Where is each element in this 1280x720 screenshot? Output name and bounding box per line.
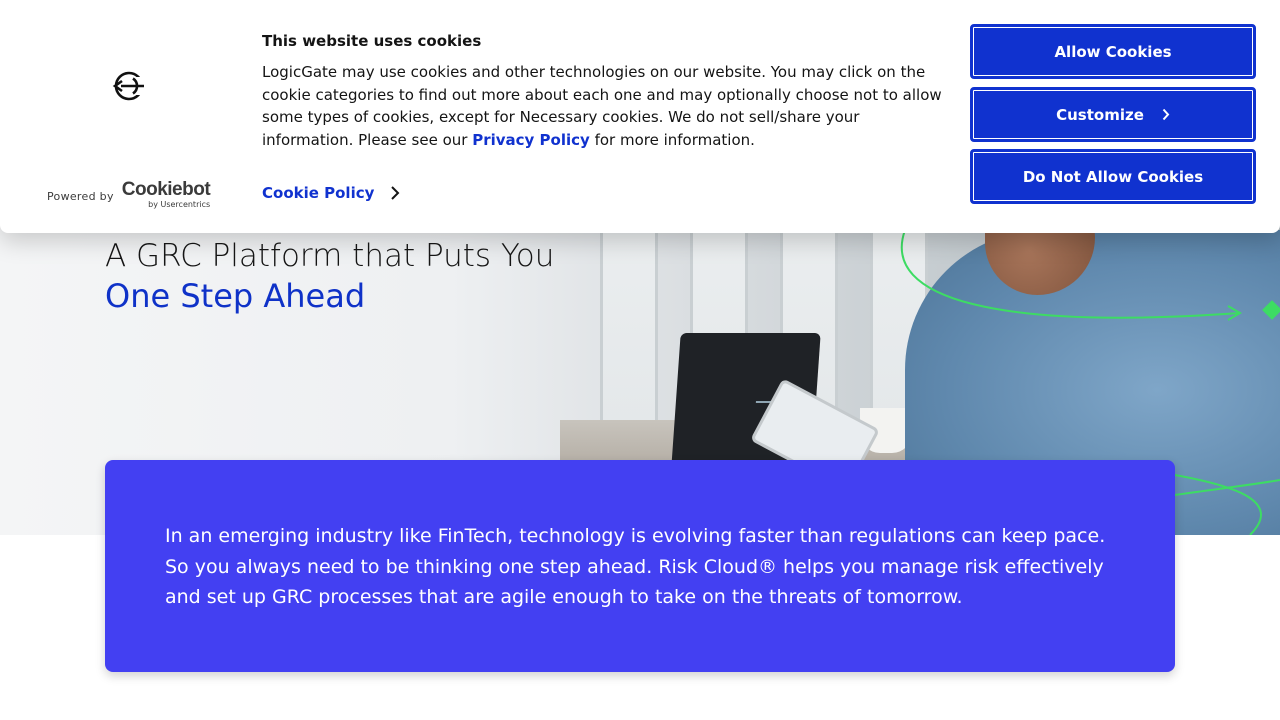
cookie-consent-banner: Powered by Cookiebot by Usercentrics Thi… (0, 0, 1280, 233)
cookiebot-powered-by[interactable]: Powered by Cookiebot by Usercentrics (47, 179, 211, 209)
cookie-banner-heading: This website uses cookies (262, 32, 482, 50)
cookiebot-brand: Cookiebot (121, 179, 211, 200)
intro-card-text: In an emerging industry like FinTech, te… (165, 525, 1106, 608)
allow-cookies-button[interactable]: Allow Cookies (970, 24, 1256, 79)
powered-by-label: Powered by (47, 190, 114, 203)
intro-card: In an emerging industry like FinTech, te… (105, 460, 1175, 672)
cookie-banner-body-suffix: for more information. (589, 131, 755, 150)
cookie-banner-body: LogicGate may use cookies and other tech… (262, 61, 952, 152)
cookiebot-sub: by Usercentrics (148, 200, 211, 209)
logicgate-logo-icon (112, 71, 146, 101)
cookie-policy-label: Cookie Policy (262, 184, 375, 202)
chevron-right-icon (1162, 108, 1170, 121)
hero-subtitle: One Step Ahead (105, 277, 366, 315)
customize-button[interactable]: Customize (970, 87, 1256, 142)
cookie-policy-link[interactable]: Cookie Policy (262, 184, 400, 202)
do-not-allow-cookies-button[interactable]: Do Not Allow Cookies (970, 149, 1256, 204)
cookiebot-logo: Cookiebot by Usercentrics (121, 179, 211, 209)
privacy-policy-link[interactable]: Privacy Policy (472, 131, 590, 149)
chevron-right-icon (391, 186, 400, 200)
customize-label: Customize (1056, 105, 1144, 124)
hero-title: A GRC Platform that Puts You (105, 238, 555, 274)
